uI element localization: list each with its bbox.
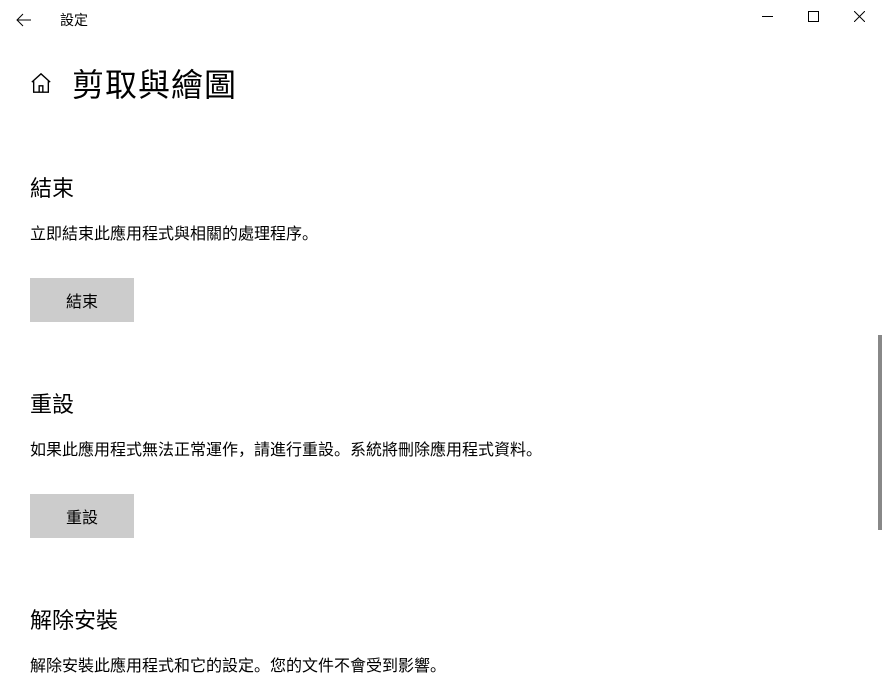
window-controls — [744, 0, 882, 40]
titlebar: 設定 — [0, 0, 882, 40]
uninstall-title: 解除安裝 — [30, 603, 852, 635]
back-button[interactable] — [8, 4, 40, 36]
scrollbar[interactable] — [878, 335, 882, 530]
minimize-button[interactable] — [744, 0, 790, 32]
content: 剪取與繪圖 結束 立即結束此應用程式與相關的處理程序。 結束 重設 如果此應用程… — [0, 40, 882, 681]
page-title: 剪取與繪圖 — [72, 60, 237, 106]
reset-section: 重設 如果此應用程式無法正常運作，請進行重設。系統將刪除應用程式資料。 重設 — [30, 387, 852, 538]
titlebar-title: 設定 — [60, 10, 88, 30]
uninstall-description: 解除安裝此應用程式和它的設定。您的文件不會受到影響。 — [30, 653, 570, 681]
close-button[interactable] — [836, 0, 882, 32]
home-icon — [30, 72, 52, 94]
maximize-button[interactable] — [790, 0, 836, 32]
page-header: 剪取與繪圖 — [30, 60, 852, 106]
reset-description: 如果此應用程式無法正常運作，請進行重設。系統將刪除應用程式資料。 — [30, 437, 570, 466]
reset-button[interactable]: 重設 — [30, 494, 134, 538]
maximize-icon — [808, 11, 819, 22]
close-icon — [854, 11, 865, 22]
minimize-icon — [762, 11, 773, 22]
terminate-section: 結束 立即結束此應用程式與相關的處理程序。 結束 — [30, 171, 852, 322]
terminate-description: 立即結束此應用程式與相關的處理程序。 — [30, 221, 570, 250]
home-button[interactable] — [30, 72, 52, 94]
terminate-title: 結束 — [30, 171, 852, 203]
reset-title: 重設 — [30, 387, 852, 419]
uninstall-section: 解除安裝 解除安裝此應用程式和它的設定。您的文件不會受到影響。 — [30, 603, 852, 681]
titlebar-left: 設定 — [8, 4, 88, 36]
terminate-button[interactable]: 結束 — [30, 278, 134, 322]
back-arrow-icon — [16, 12, 32, 28]
